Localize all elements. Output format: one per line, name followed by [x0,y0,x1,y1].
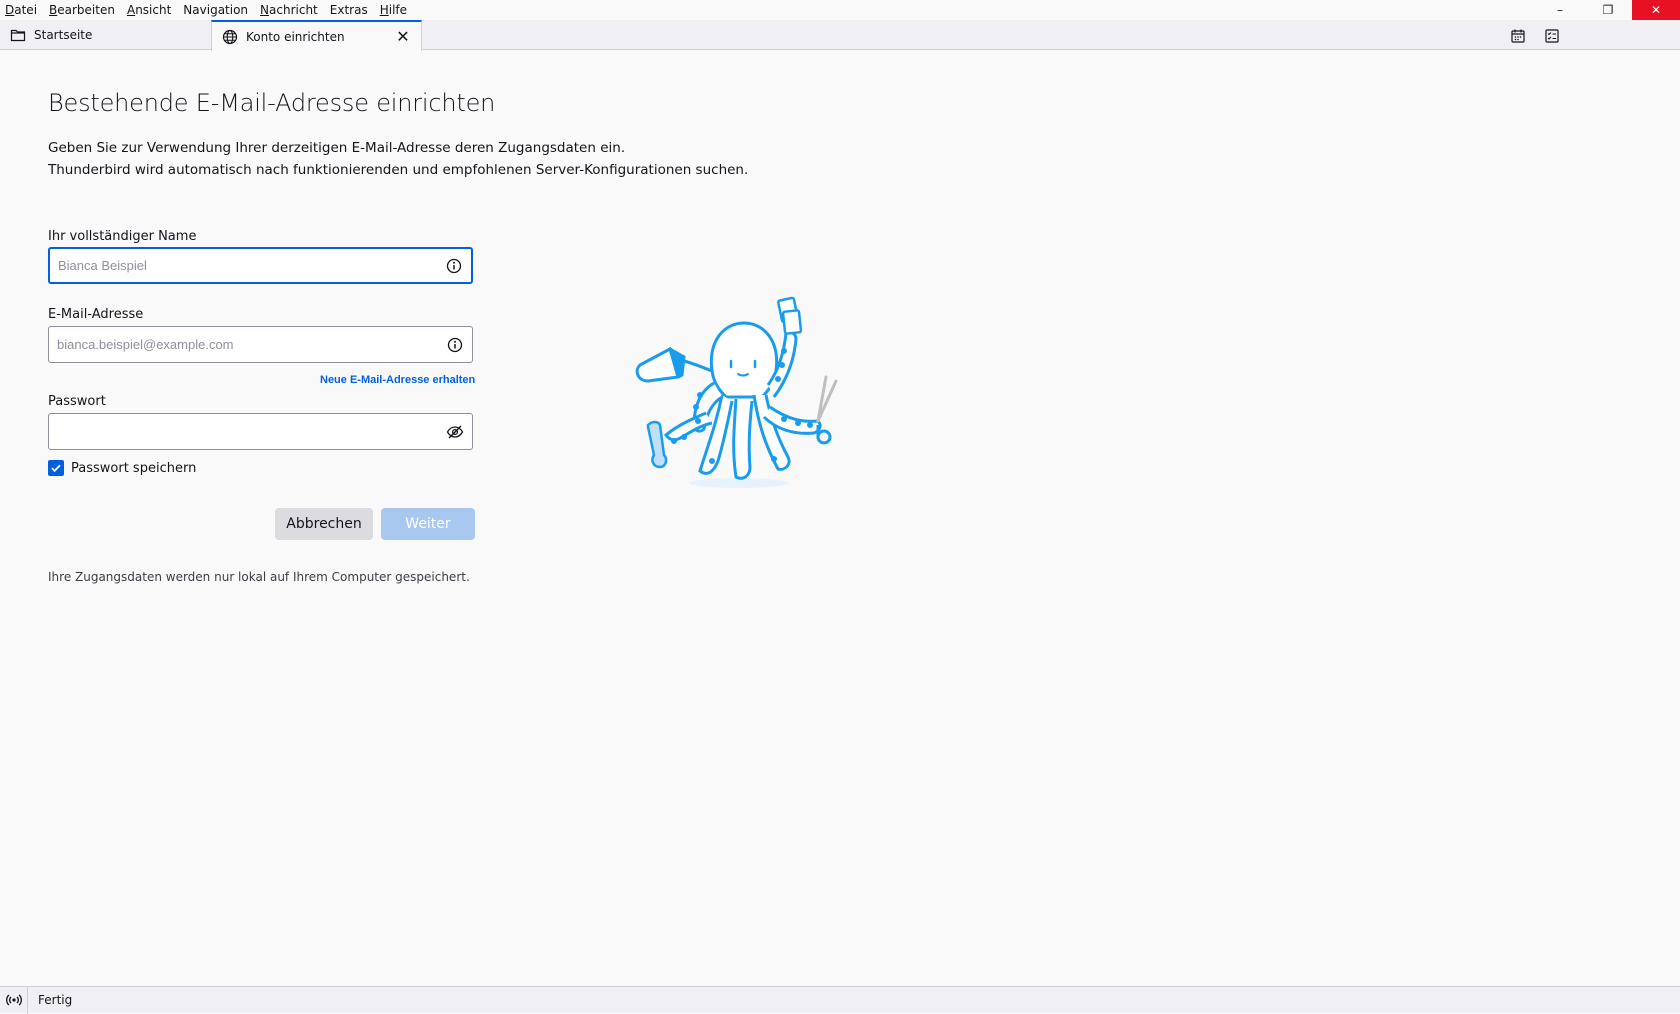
online-status-icon[interactable] [0,986,28,1014]
eye-hidden-icon[interactable] [446,423,464,441]
remember-password-row[interactable]: Passwort speichern [48,460,196,476]
tab-startseite[interactable]: Startseite [0,20,211,50]
intro-text: Geben Sie zur Verwendung Ihrer derzeitig… [48,137,748,181]
remember-password-checkbox[interactable] [48,460,64,476]
octopus-illustration [634,291,844,491]
page-title: Bestehende E-Mail-Adresse einrichten [48,89,496,117]
menu-bar: Datei Bearbeiten Ansicht Navigation Nach… [0,0,1680,20]
name-input[interactable] [50,249,471,282]
menu-navigation[interactable]: Navigation [177,0,254,20]
octopus-icon [635,296,838,488]
menu-datei[interactable]: Datei [0,0,43,20]
info-icon[interactable] [446,336,464,354]
checkmark-icon [51,464,61,473]
account-setup-page: Bestehende E-Mail-Adresse einrichten Geb… [0,51,1680,986]
menu-bearbeiten[interactable]: Bearbeiten [43,0,121,20]
tab-konto-einrichten[interactable]: Konto einrichten ✕ [211,20,422,51]
minimize-button[interactable]: – [1536,0,1584,20]
status-bar: Fertig [0,986,1680,1014]
tab-label: Startseite [34,28,93,42]
tab-bar: Startseite Konto einrichten ✕ [0,20,1680,51]
tasks-icon[interactable] [1542,26,1562,46]
globe-icon [222,29,238,45]
next-button[interactable]: Weiter [381,508,475,540]
menu-nachricht[interactable]: Nachricht [254,0,324,20]
email-label: E-Mail-Adresse [48,307,144,322]
menu-hilfe[interactable]: Hilfe [374,0,413,20]
menu-extras[interactable]: Extras [324,0,374,20]
cancel-button[interactable]: Abbrechen [275,508,373,540]
folder-icon [10,27,26,43]
status-text: Fertig [38,993,73,1007]
password-input[interactable] [49,414,472,449]
email-input[interactable] [49,327,472,362]
email-field-wrapper [48,326,473,363]
password-label: Passwort [48,394,106,409]
close-tab-icon[interactable]: ✕ [395,29,411,45]
restore-button[interactable]: ❐ [1584,0,1632,20]
credentials-local-note: Ihre Zugangsdaten werden nur lokal auf I… [48,570,470,584]
info-icon[interactable] [445,257,463,275]
tab-label: Konto einrichten [246,29,345,44]
calendar-icon[interactable] [1508,26,1528,46]
name-field-wrapper [48,247,473,284]
password-field-wrapper [48,413,473,450]
tab-toolbar [1508,26,1562,46]
name-label: Ihr vollständiger Name [48,229,197,244]
intro-line-1: Geben Sie zur Verwendung Ihrer derzeitig… [48,140,626,156]
remember-password-label: Passwort speichern [71,460,197,476]
intro-line-2: Thunderbird wird automatisch nach funkti… [48,162,749,178]
window-controls: – ❐ ✕ [1536,0,1680,20]
get-new-email-link[interactable]: Neue E-Mail-Adresse erhalten [320,374,475,386]
menu-ansicht[interactable]: Ansicht [121,0,177,20]
close-window-button[interactable]: ✕ [1632,0,1680,20]
